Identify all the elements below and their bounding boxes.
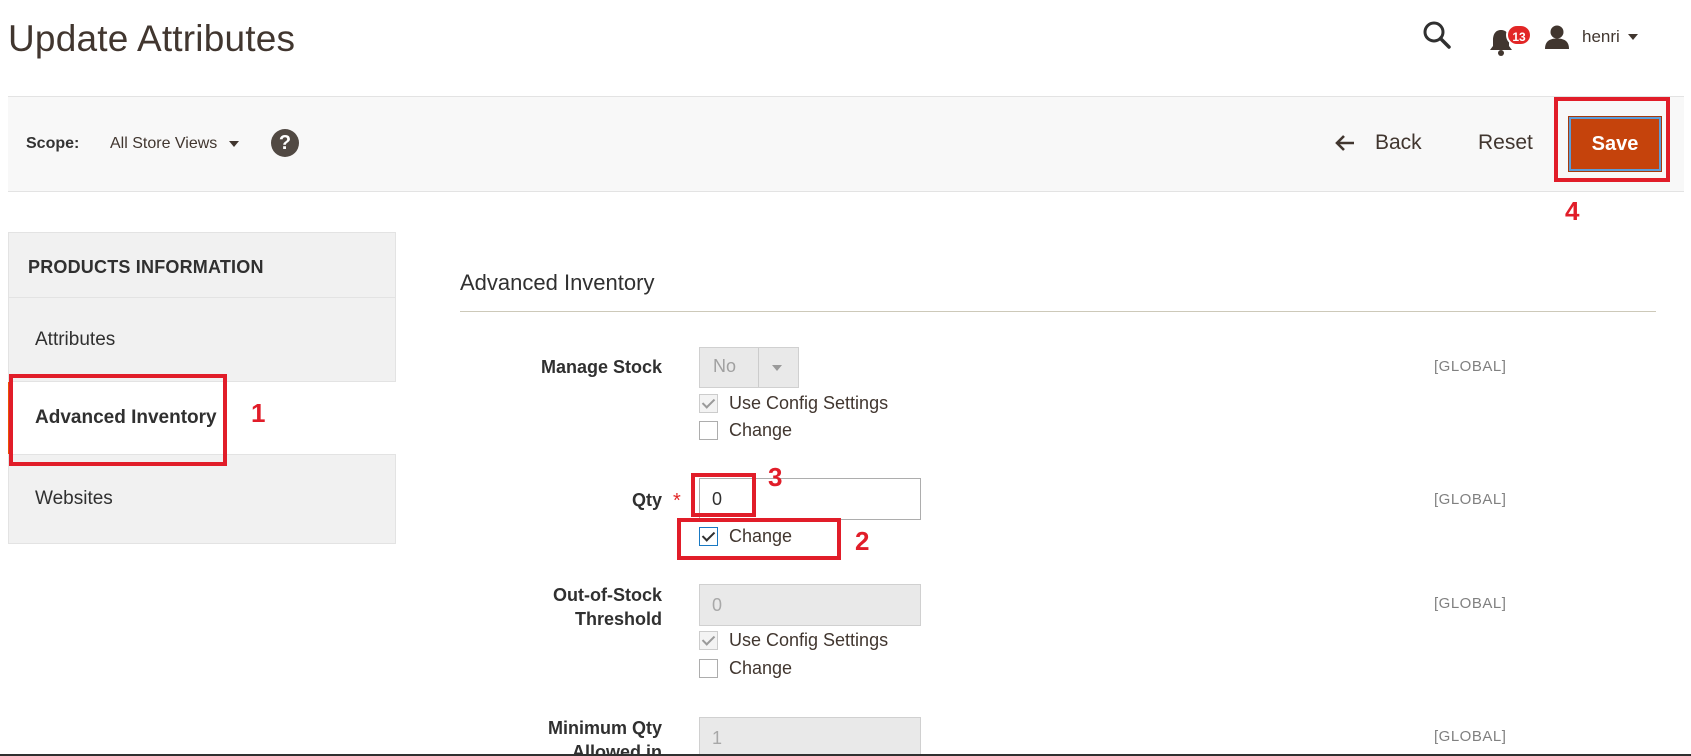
page-actions-toolbar: Scope: All Store Views ? Back Reset Save <box>8 96 1684 192</box>
manage-stock-value: No <box>713 356 737 376</box>
min-qty-scope: [GLOBAL] <box>1434 728 1507 745</box>
required-marker: * <box>673 490 681 512</box>
user-name: henri <box>1582 27 1620 46</box>
use-config-label: Use Config Settings <box>729 393 889 413</box>
out-of-stock-threshold-label: Out-of-Stock Threshold <box>553 583 662 631</box>
notification-count-badge: 13 <box>1506 24 1532 46</box>
user-icon <box>1545 25 1569 49</box>
scope-switcher[interactable]: All Store Views <box>110 135 240 153</box>
out-of-stock-label-line2: Threshold <box>574 609 662 629</box>
min-qty-label: Minimum Qty Allowed in <box>548 716 662 756</box>
sidebar-item-attributes[interactable]: Attributes <box>8 298 396 382</box>
section-divider <box>460 311 1656 312</box>
qty-label: Qty <box>631 490 662 510</box>
qty-change-checkbox[interactable] <box>699 527 718 546</box>
manage-stock-use-config-checkbox[interactable] <box>699 394 718 413</box>
manage-stock-change[interactable]: Change <box>699 420 792 441</box>
scope-label: Scope: <box>26 135 80 152</box>
qty-input[interactable] <box>699 478 921 520</box>
search-icon <box>1423 21 1451 49</box>
qty-scope: [GLOBAL] <box>1434 491 1507 508</box>
min-qty-label-line1: Minimum Qty <box>547 718 662 738</box>
manage-stock-change-checkbox[interactable] <box>699 421 718 440</box>
save-button[interactable]: Save <box>1568 116 1662 172</box>
manage-stock-scope: [GLOBAL] <box>1434 358 1507 375</box>
change-label: Change <box>729 526 793 546</box>
out-of-stock-label-line1: Out-of-Stock <box>553 585 662 605</box>
sidebar-item-websites[interactable]: Websites <box>8 454 396 544</box>
help-icon[interactable]: ? <box>271 129 299 157</box>
change-label: Change <box>729 658 793 678</box>
out-of-stock-use-config[interactable]: Use Config Settings <box>699 630 888 651</box>
manage-stock-select[interactable]: No <box>699 347 799 388</box>
page-title: Update Attributes <box>8 18 296 59</box>
annotation-number-2: 2 <box>855 526 870 556</box>
out-of-stock-use-config-checkbox[interactable] <box>699 631 718 650</box>
manage-stock-label: Manage Stock <box>540 357 662 377</box>
out-of-stock-threshold-input[interactable] <box>699 584 921 626</box>
sidebar-title: PRODUCTS INFORMATION <box>8 232 396 298</box>
search-button[interactable] <box>1422 20 1456 54</box>
reset-button[interactable]: Reset <box>1478 131 1533 155</box>
sidebar-item-advanced-inventory[interactable]: Advanced Inventory <box>8 382 396 454</box>
qty-change[interactable]: Change <box>699 526 792 547</box>
select-divider <box>758 348 759 387</box>
out-of-stock-scope: [GLOBAL] <box>1434 595 1507 612</box>
products-information-tabs: PRODUCTS INFORMATION Attributes Advanced… <box>8 232 396 544</box>
use-config-label: Use Config Settings <box>729 630 889 650</box>
annotation-number-3: 3 <box>768 462 783 492</box>
min-qty-input[interactable] <box>699 717 921 756</box>
change-label: Change <box>729 420 793 440</box>
out-of-stock-change-checkbox[interactable] <box>699 659 718 678</box>
scope-value: All Store Views <box>110 135 218 152</box>
manage-stock-use-config[interactable]: Use Config Settings <box>699 393 888 414</box>
user-account-menu[interactable]: henri <box>1544 22 1638 52</box>
out-of-stock-change[interactable]: Change <box>699 658 792 679</box>
back-button[interactable]: Back <box>1335 131 1422 155</box>
annotation-number-4: 4 <box>1565 196 1580 226</box>
back-label: Back <box>1375 131 1422 154</box>
chevron-down-icon <box>772 365 782 371</box>
notifications-button[interactable]: 13 <box>1489 22 1533 56</box>
chevron-down-icon <box>1627 34 1638 40</box>
annotation-number-1: 1 <box>251 398 266 428</box>
chevron-down-icon <box>229 141 240 147</box>
section-title: Advanced Inventory <box>460 270 655 295</box>
arrow-left-icon <box>1335 135 1354 151</box>
